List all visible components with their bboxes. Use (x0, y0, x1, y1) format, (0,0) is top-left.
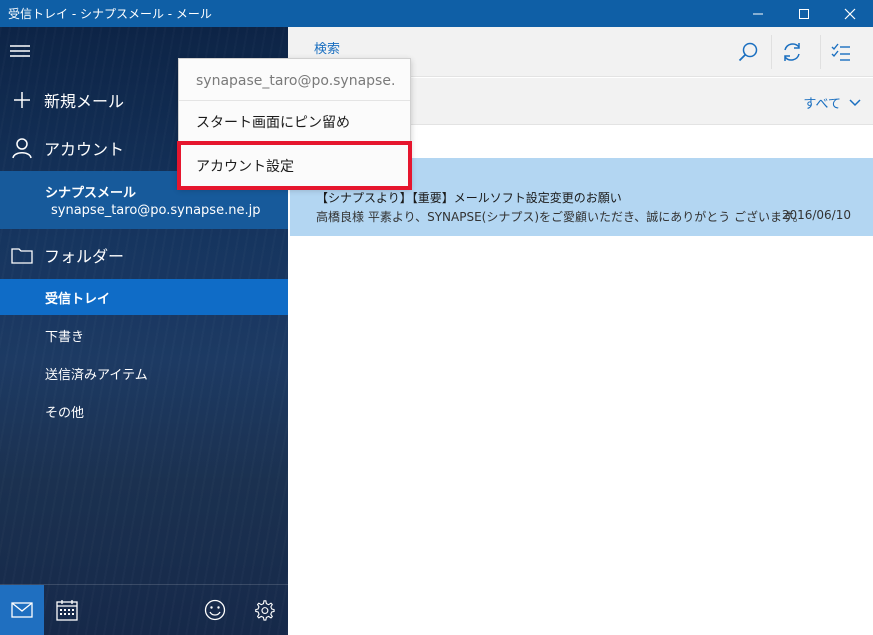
search-input[interactable] (314, 42, 614, 57)
account-context-menu: synapase_taro@po.synapse. スタート画面にピン留め アカ… (178, 58, 411, 188)
bottom-bar (0, 584, 288, 635)
calendar-button[interactable] (45, 585, 89, 635)
smiley-icon (204, 599, 226, 621)
folder-item-drafts[interactable]: 下書き (0, 317, 288, 353)
folder-label: 下書き (45, 329, 85, 345)
folder-item-other[interactable]: その他 (0, 393, 288, 429)
gear-icon (255, 600, 275, 621)
feedback-button[interactable] (193, 585, 237, 635)
account-name: シナプスメール (45, 186, 137, 201)
close-icon (844, 8, 856, 19)
calendar-icon (56, 600, 78, 621)
pin-to-start-menu-item[interactable]: スタート画面にピン留め (196, 112, 350, 132)
filter-label: すべて (803, 97, 841, 112)
minimize-icon (753, 13, 763, 14)
minimize-button[interactable] (735, 0, 781, 27)
window-title: 受信トレイ - シナプスメール - メール (8, 7, 212, 21)
plus-icon (0, 90, 44, 110)
folder-label: その他 (45, 405, 85, 421)
maximize-button[interactable] (781, 0, 827, 27)
context-menu-email: synapase_taro@po.synapse. (196, 73, 396, 89)
folder-item-sent[interactable]: 送信済みアイテム (0, 355, 288, 391)
folders-header[interactable]: フォルダー (0, 237, 288, 273)
chevron-down-icon (849, 98, 861, 106)
folder-label: 受信トレイ (45, 291, 111, 307)
folder-label: 送信済みアイテム (45, 367, 148, 383)
folder-item-inbox[interactable]: 受信トレイ (0, 279, 288, 315)
select-mode-icon (831, 43, 850, 61)
accounts-label: アカウント (44, 140, 125, 159)
maximize-icon (799, 8, 809, 19)
person-icon (0, 137, 44, 159)
hamburger-icon[interactable] (8, 41, 32, 61)
message-subject: 【シナプスより】【重要】メールソフト設定変更のお願い (316, 191, 622, 205)
new-mail-label: 新規メール (44, 92, 125, 111)
context-menu-divider (179, 100, 410, 101)
account-settings-menu-item[interactable]: アカウント設定 (196, 156, 294, 176)
message-preview: 高橋良様 平素より、SYNAPSE(シナプス)をご愛顧いただき、誠にありがとう … (316, 210, 805, 224)
folders-label: フォルダー (44, 247, 125, 266)
search-icon (738, 42, 758, 62)
search-button[interactable] (728, 35, 768, 69)
mail-icon (11, 602, 33, 618)
account-email: synapse_taro@po.synapse.ne.jp (51, 203, 261, 218)
title-bar: 受信トレイ - シナプスメール - メール (0, 0, 873, 27)
settings-button[interactable] (242, 585, 286, 635)
message-date: 2016/06/10 (781, 208, 851, 222)
close-button[interactable] (827, 0, 873, 27)
sync-button[interactable] (771, 35, 811, 69)
select-mode-button[interactable] (820, 35, 860, 69)
mail-button[interactable] (0, 585, 44, 635)
folder-icon (0, 245, 44, 265)
filter-dropdown[interactable]: すべて (803, 93, 861, 112)
sync-icon (783, 43, 800, 61)
